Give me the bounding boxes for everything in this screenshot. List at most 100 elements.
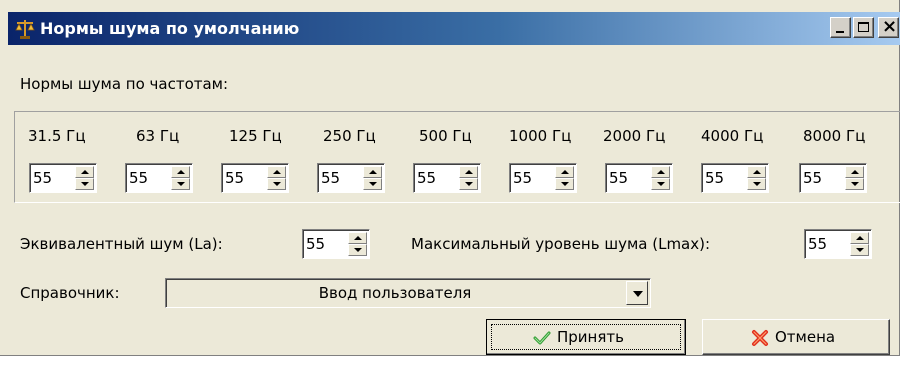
minimize-icon: [836, 31, 844, 33]
arrow-up-icon: [753, 170, 761, 174]
spinner-value: 55: [321, 169, 341, 187]
arrow-down-icon: [753, 182, 761, 186]
band-value-spinner[interactable]: 55: [413, 163, 481, 193]
band-label: 125 Гц: [229, 127, 282, 145]
reference-label: Справочник:: [20, 284, 120, 302]
equivalent-noise-label: Эквивалентный шум (La):: [20, 235, 223, 253]
band-label: 4000 Гц: [701, 127, 764, 145]
spinner-down-button[interactable]: [459, 178, 478, 190]
arrow-down-icon: [856, 248, 864, 252]
spinner-down-button[interactable]: [75, 178, 94, 190]
spinner-value: 55: [306, 235, 326, 253]
spinner-value: 55: [129, 169, 149, 187]
band-value-spinner[interactable]: 55: [799, 163, 867, 193]
arrow-down-icon: [177, 182, 185, 186]
spinner-down-button[interactable]: [555, 178, 574, 190]
spinner-value: 55: [225, 169, 245, 187]
arrow-down-icon: [851, 182, 859, 186]
band-value-spinner[interactable]: 55: [605, 163, 673, 193]
arrow-down-icon: [369, 182, 377, 186]
max-noise-label: Максимальный уровень шума (Lmax):: [411, 235, 711, 253]
spinner-down-button[interactable]: [850, 244, 869, 256]
spinner-up-button[interactable]: [845, 166, 864, 178]
spinner-down-button[interactable]: [845, 178, 864, 190]
band-label: 63 Гц: [136, 127, 180, 145]
arrow-up-icon: [465, 170, 473, 174]
arrow-down-icon: [354, 248, 362, 252]
band-value-spinner[interactable]: 55: [29, 163, 97, 193]
arrow-down-icon: [465, 182, 473, 186]
spinner-up-button[interactable]: [75, 166, 94, 178]
band-value-spinner[interactable]: 55: [701, 163, 769, 193]
spinner-down-button[interactable]: [267, 178, 286, 190]
band-label: 31.5 Гц: [28, 127, 86, 145]
close-button[interactable]: ×: [878, 16, 899, 38]
cross-icon: [752, 330, 768, 346]
spinner-up-button[interactable]: [555, 166, 574, 178]
arrow-up-icon: [369, 170, 377, 174]
accept-button[interactable]: Принять: [486, 319, 686, 355]
scales-icon: [15, 20, 35, 39]
spinner-value: 55: [803, 169, 823, 187]
arrow-up-icon: [81, 170, 89, 174]
dialog-window: Нормы шума по умолчанию × Нормы шума по …: [0, 0, 900, 356]
title-bar[interactable]: Нормы шума по умолчанию ×: [8, 12, 900, 45]
spinner-up-button[interactable]: [850, 232, 869, 244]
arrow-down-icon: [273, 182, 281, 186]
reference-dropdown[interactable]: Ввод пользователя: [165, 278, 651, 308]
chevron-down-icon: [633, 291, 643, 297]
band-label: 500 Гц: [419, 127, 472, 145]
spinner-down-button[interactable]: [747, 178, 766, 190]
spinner-down-button[interactable]: [363, 178, 382, 190]
band-value-spinner[interactable]: 55: [221, 163, 289, 193]
minimize-button[interactable]: [830, 17, 851, 38]
frequency-group: 31.5 Гц 55 63 Гц 55 125 Гц 55 250 Гц 55 …: [14, 111, 900, 203]
band-label: 250 Гц: [323, 127, 376, 145]
spinner-value: 55: [808, 235, 828, 253]
arrow-down-icon: [561, 182, 569, 186]
arrow-down-icon: [657, 182, 665, 186]
frequency-section-label: Нормы шума по частотам:: [20, 75, 229, 93]
spinner-up-button[interactable]: [267, 166, 286, 178]
spinner-value: 55: [609, 169, 629, 187]
band-value-spinner[interactable]: 55: [509, 163, 577, 193]
arrow-up-icon: [561, 170, 569, 174]
spinner-value: 55: [705, 169, 725, 187]
band-label: 1000 Гц: [509, 127, 572, 145]
arrow-up-icon: [273, 170, 281, 174]
spinner-down-button[interactable]: [651, 178, 670, 190]
spinner-up-button[interactable]: [747, 166, 766, 178]
arrow-down-icon: [81, 182, 89, 186]
accept-button-label: Принять: [557, 328, 624, 346]
spinner-value: 55: [417, 169, 437, 187]
reference-selected: Ввод пользователя: [318, 284, 472, 302]
spinner-down-button[interactable]: [348, 244, 367, 256]
close-icon: ×: [882, 16, 898, 37]
spinner-up-button[interactable]: [459, 166, 478, 178]
checkmark-icon: [533, 331, 551, 345]
arrow-up-icon: [856, 236, 864, 240]
band-label: 2000 Гц: [603, 127, 666, 145]
spinner-value: 55: [513, 169, 533, 187]
band-value-spinner[interactable]: 55: [125, 163, 193, 193]
spinner-up-button[interactable]: [171, 166, 190, 178]
cancel-button[interactable]: Отмена: [702, 319, 890, 355]
maximize-button[interactable]: [853, 17, 874, 38]
maximize-icon: [858, 22, 869, 32]
spinner-down-button[interactable]: [171, 178, 190, 190]
arrow-up-icon: [177, 170, 185, 174]
window-title: Нормы шума по умолчанию: [40, 19, 300, 38]
equivalent-noise-spinner[interactable]: 55: [302, 229, 370, 259]
spinner-up-button[interactable]: [348, 232, 367, 244]
arrow-up-icon: [354, 236, 362, 240]
band-value-spinner[interactable]: 55: [317, 163, 385, 193]
spinner-value: 55: [33, 169, 53, 187]
arrow-up-icon: [851, 170, 859, 174]
band-label: 8000 Гц: [803, 127, 866, 145]
spinner-up-button[interactable]: [651, 166, 670, 178]
spinner-up-button[interactable]: [363, 166, 382, 178]
max-noise-spinner[interactable]: 55: [804, 229, 872, 259]
arrow-up-icon: [657, 170, 665, 174]
dropdown-button[interactable]: [626, 281, 648, 305]
cancel-button-label: Отмена: [775, 328, 836, 346]
